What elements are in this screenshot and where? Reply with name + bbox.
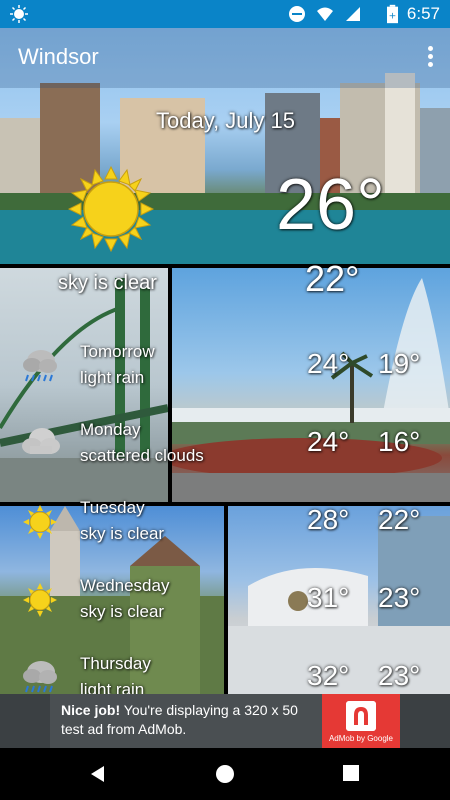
forecast-high: 31° [307, 582, 350, 613]
rain-cloud-icon [23, 661, 57, 693]
forecast-low: 16° [378, 426, 421, 457]
status-bar: + 6:57 [0, 0, 450, 28]
wifi-icon [317, 7, 333, 21]
sun-icon [68, 166, 154, 252]
cloud-icon [22, 428, 60, 454]
today-temp-high: 26° [276, 165, 385, 245]
more-vert-icon[interactable] [426, 44, 434, 70]
ad-banner[interactable]: Nice job! You're displaying a 320 x 50 t… [0, 694, 450, 748]
forecast-condition: sky is clear [80, 524, 165, 543]
ad-content[interactable]: Nice job! You're displaying a 320 x 50 t… [50, 694, 400, 748]
sun-icon [23, 583, 57, 617]
forecast-low: 23° [378, 582, 421, 613]
forecast-day: Tomorrow [80, 342, 155, 361]
home-icon[interactable] [215, 764, 235, 784]
forecast-high: 24° [307, 348, 350, 379]
ad-bold-text: Nice job! [61, 702, 121, 718]
rain-cloud-icon [23, 350, 57, 382]
signal-icon [346, 7, 360, 21]
ad-text: Nice job! You're displaying a 320 x 50 t… [61, 701, 321, 739]
today-date: Today, July 15 [156, 108, 296, 133]
svg-text:+: + [389, 11, 397, 22]
forecast-high: 32° [307, 660, 350, 691]
battery-icon: + [387, 4, 398, 24]
city-title: Windsor [18, 44, 99, 69]
forecast-condition: scattered clouds [80, 446, 204, 465]
recents-icon[interactable] [342, 764, 360, 782]
navigation-bar [0, 748, 450, 800]
status-time: 6:57 [406, 4, 440, 23]
forecast-condition: light rain [80, 368, 145, 387]
fountain-image [172, 268, 450, 502]
back-icon[interactable] [88, 764, 108, 784]
forecast-high: 28° [307, 504, 350, 535]
today-condition: sky is clear [58, 272, 157, 294]
weather-app-icon [10, 5, 28, 23]
forecast-day: Monday [80, 420, 141, 439]
forecast-low: 23° [378, 660, 421, 691]
forecast-condition: sky is clear [80, 602, 165, 621]
forecast-day: Wednesday [80, 576, 170, 595]
admob-badge[interactable]: AdMob by Google [322, 694, 400, 748]
admob-logo-icon [346, 701, 376, 731]
forecast-low: 19° [378, 348, 421, 379]
forecast-low: 22° [378, 504, 421, 535]
sun-icon [23, 505, 57, 539]
admob-badge-label: AdMob by Google [328, 734, 394, 743]
do-not-disturb-icon [289, 6, 305, 22]
forecast-day: Thursday [80, 654, 151, 673]
app-bar: Windsor [0, 28, 450, 88]
forecast-high: 24° [307, 426, 350, 457]
today-temp-low: 22° [305, 258, 360, 299]
forecast-day: Tuesday [80, 498, 145, 517]
